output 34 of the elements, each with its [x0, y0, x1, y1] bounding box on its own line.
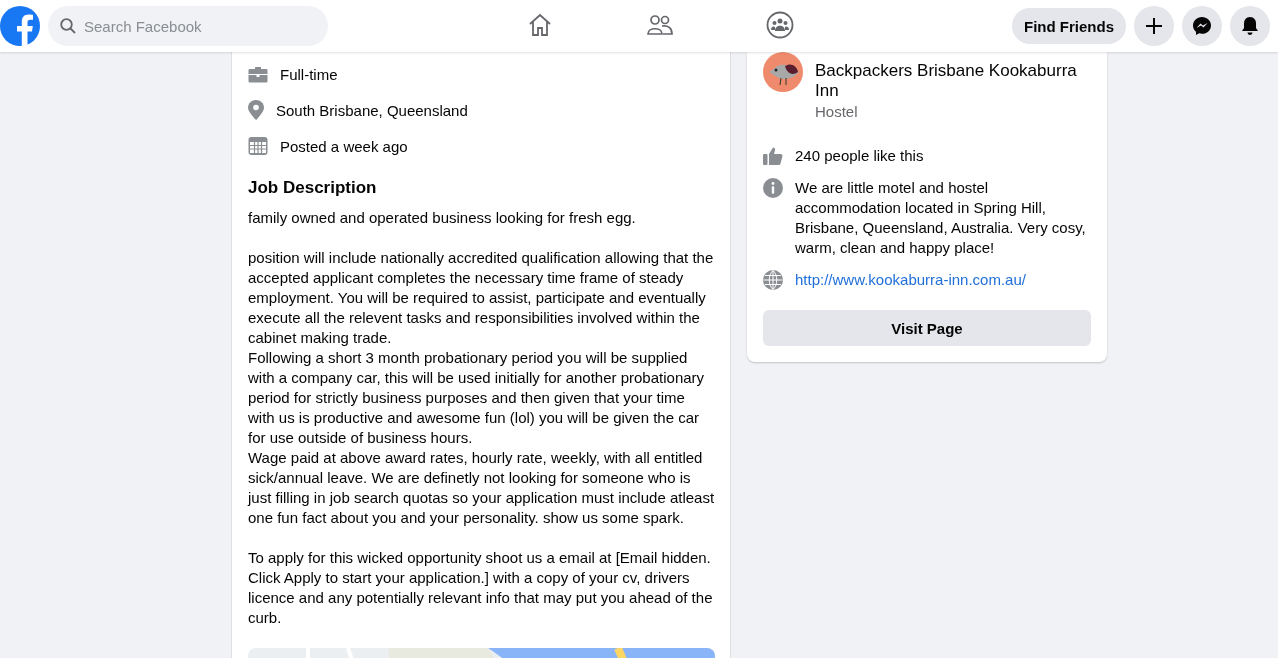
description-paragraph: Following a short 3 month probationary period you will be supplied with a company car, this will be used initially for another probationary period for strictly business purposes and then given that your time with us is productive and awesome fun (lol) you will be given the car for use outside of business hours.	[248, 348, 706, 448]
visit-page-button[interactable]: Visit Page	[763, 310, 1091, 346]
plus-button[interactable]	[1134, 6, 1174, 46]
location-pin-icon	[248, 100, 264, 120]
briefcase-icon	[248, 64, 268, 84]
page-detail: 240 people like this	[795, 146, 924, 166]
find-friends-button[interactable]: Find Friends	[1012, 8, 1126, 44]
website-link[interactable]: http://www.kookaburra-inn.com.au/	[795, 270, 1026, 290]
bell-icon	[1240, 16, 1260, 36]
description-paragraph: To apply for this wicked opportunity shoot us a email at [Email hidden. Click Apply to start your application.] with a copy of your cv, drivers licence and any potentially relevant info that may put you ahead of the curb.	[248, 548, 714, 628]
description-paragraph: Wage paid at above award rates, hourly rate, weekly, with all entitled sick/annual leave. We are definetly not looking for someone who is just filling in job search quotas so your application must include atleast one fun fact about you and your personality. show us some spark.	[248, 448, 715, 528]
job-detail: South Brisbane, Queensland	[276, 101, 468, 119]
info-icon	[763, 178, 783, 198]
plus-icon	[1145, 17, 1163, 35]
job-detail: Full-time	[280, 65, 338, 83]
globe-icon	[763, 270, 783, 290]
group-icon	[766, 10, 794, 39]
page-name[interactable]: Backpackers Brisbane Kookaburra Inn	[815, 61, 1091, 101]
search-field[interactable]: Search Facebook	[48, 6, 328, 46]
description-paragraph: position will include nationally accredited qualification allowing that the accepted applicant completes the necessary time frame of steady employment. You will be required to assist, participate and eventually execute all the relevent tasks and responsibilities involved within the cabinet making trade.	[248, 248, 715, 348]
notifications-button[interactable]	[1230, 6, 1270, 46]
section-title: Job Description	[248, 178, 378, 198]
page-detail: We are little motel and hostel accommodation located in Spring Hill, Brisbane, Queensland, Australia. Very cosy, warm, clean and happy place!	[795, 178, 1087, 258]
facebook-logo[interactable]	[0, 6, 40, 46]
search-icon	[60, 18, 76, 34]
messenger-button[interactable]	[1182, 6, 1222, 46]
messenger-icon	[1192, 16, 1212, 36]
page-category: Hostel	[815, 103, 859, 120]
home-icon	[527, 11, 553, 38]
calendar-icon	[248, 136, 268, 156]
job-detail: Posted a week ago	[280, 137, 408, 155]
bird-avatar[interactable]	[763, 52, 803, 92]
description-paragraph: family owned and operated business looking for fresh egg.	[248, 208, 637, 228]
thumbs-up-icon	[763, 146, 783, 166]
